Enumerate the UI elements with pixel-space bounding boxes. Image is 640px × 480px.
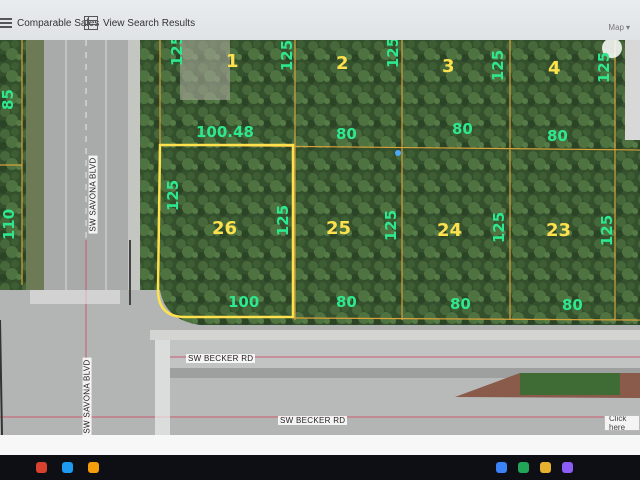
lot-number[interactable]: 1 bbox=[226, 53, 239, 71]
road-label: SW SAVONA BLVD bbox=[82, 357, 92, 435]
road-label: SW BECKER RD bbox=[186, 354, 256, 363]
frontage-label: 80 bbox=[452, 120, 473, 138]
map-toolbar: Comparable Sales View Search Results Map… bbox=[0, 0, 640, 41]
taskbar-app-icon[interactable] bbox=[496, 462, 507, 473]
click-here-label: Click here bbox=[609, 415, 627, 431]
road-label: SW SAVONA BLVD bbox=[88, 155, 98, 234]
lot-number[interactable]: 4 bbox=[548, 60, 561, 78]
grid-icon bbox=[84, 16, 98, 30]
frontage-label: 100.48 bbox=[196, 123, 254, 141]
lot-number[interactable]: 24 bbox=[437, 222, 462, 240]
depth-label: 125 bbox=[595, 51, 614, 84]
lot-number[interactable]: 2 bbox=[336, 55, 349, 73]
taskbar-app-icon[interactable] bbox=[62, 462, 73, 473]
view-search-results-label: View Search Results bbox=[103, 17, 196, 29]
map-type-label: Map bbox=[608, 23, 624, 32]
view-search-results-button[interactable]: View Search Results bbox=[84, 14, 195, 32]
frontage-label: 80 bbox=[336, 125, 357, 143]
frontage-label: 80 bbox=[547, 127, 568, 145]
taskbar-app-icon[interactable] bbox=[88, 462, 99, 473]
os-taskbar bbox=[0, 455, 640, 480]
frontage-label: 80 bbox=[336, 293, 357, 311]
map-type-button[interactable]: Map ▾ bbox=[608, 23, 630, 32]
taskbar-app-icon[interactable] bbox=[36, 462, 47, 473]
depth-label: 85 bbox=[0, 89, 17, 110]
depth-label: 125 bbox=[598, 214, 617, 247]
depth-label: 125 bbox=[490, 211, 509, 244]
parcel-map[interactable]: 1 2 3 4 100.48 80 80 80 125 125 125 125 … bbox=[0, 40, 640, 435]
depth-label: 125 bbox=[384, 40, 403, 69]
taskbar-app-icon[interactable] bbox=[540, 462, 551, 473]
lot-number[interactable]: 3 bbox=[442, 58, 455, 76]
chevron-down-icon: ▾ bbox=[625, 23, 630, 32]
depth-label: 125 bbox=[274, 204, 293, 237]
lot-number[interactable]: 23 bbox=[546, 222, 571, 240]
taskbar-app-icon[interactable] bbox=[562, 462, 573, 473]
page-background bbox=[0, 435, 640, 455]
road-label: SW BECKER RD bbox=[278, 416, 348, 425]
click-here-button[interactable]: Click here bbox=[604, 415, 640, 431]
depth-label: 125 bbox=[164, 179, 183, 212]
aerial-imagery bbox=[0, 40, 640, 435]
lot-number-selected[interactable]: 26 bbox=[212, 220, 237, 238]
frontage-label: 100 bbox=[228, 293, 260, 311]
frontage-label: 80 bbox=[450, 295, 471, 313]
taskbar-app-icon[interactable] bbox=[518, 462, 529, 473]
list-icon bbox=[0, 18, 12, 28]
depth-label: 125 bbox=[489, 49, 508, 82]
depth-label: 110 bbox=[0, 208, 19, 241]
depth-label: 125 bbox=[382, 209, 401, 242]
depth-label: 125 bbox=[278, 40, 297, 72]
depth-label: 125 bbox=[168, 40, 187, 67]
lot-number[interactable]: 25 bbox=[326, 220, 351, 238]
frontage-label: 80 bbox=[562, 296, 583, 314]
